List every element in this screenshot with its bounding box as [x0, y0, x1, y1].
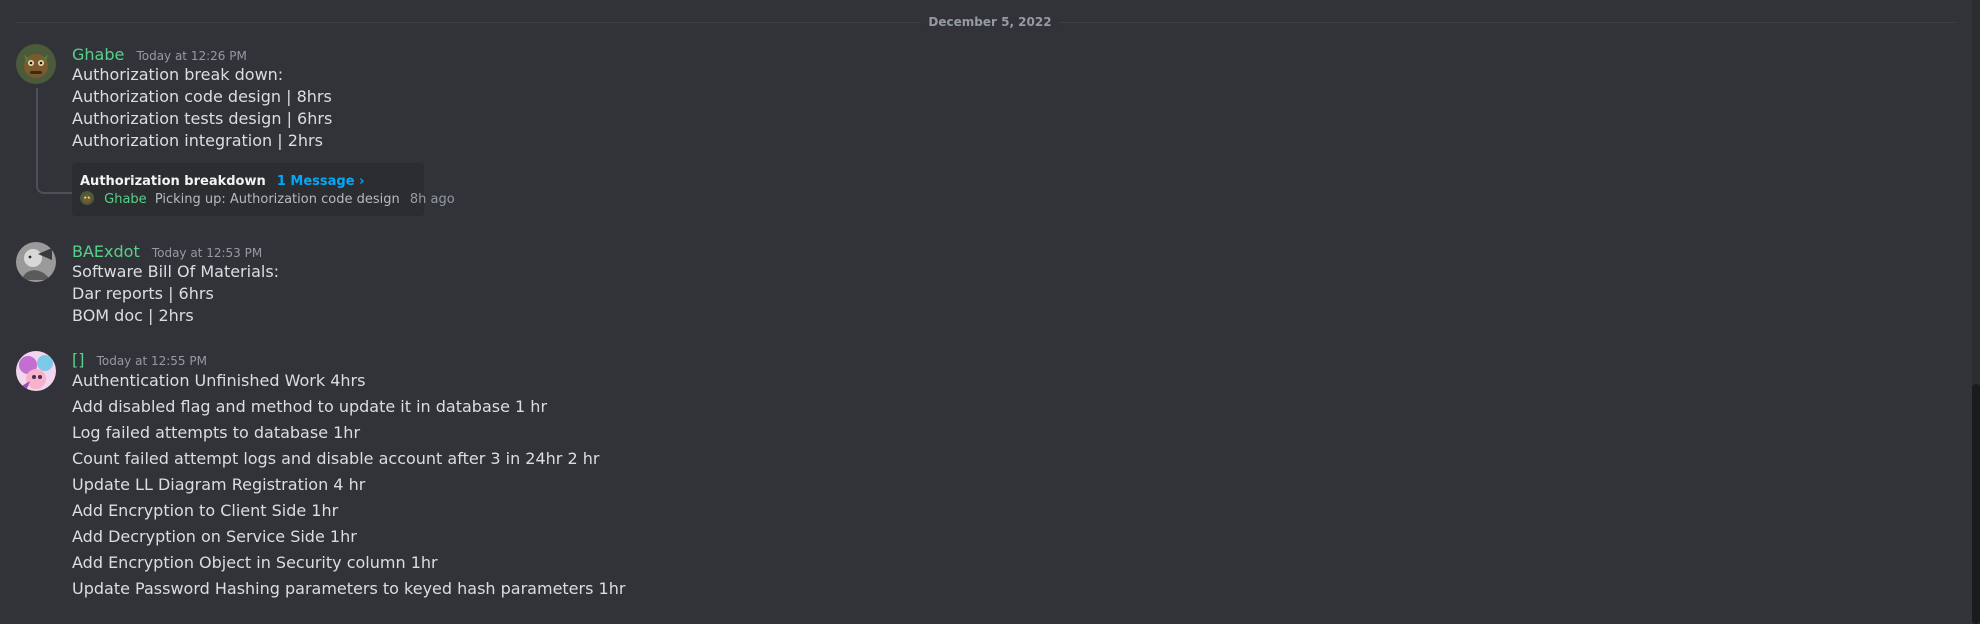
message-line: Count failed attempt logs and disable ac… — [72, 449, 600, 468]
author-name[interactable]: BAExdot — [72, 242, 140, 261]
message-line: Authorization integration | 2hrs — [72, 131, 323, 150]
scrollbar-thumb[interactable] — [1972, 384, 1980, 624]
message-line: Dar reports | 6hrs — [72, 284, 214, 303]
thread-last-message: Ghabe Picking up: Authorization code des… — [80, 191, 455, 209]
user-avatar-brackets[interactable] — [16, 351, 56, 391]
message-content: Authentication Unfinished Work 4hrs Add … — [72, 368, 625, 602]
avatar-image — [16, 242, 56, 282]
author-name[interactable]: [] — [72, 350, 84, 369]
message-line: Log failed attempts to database 1hr — [72, 423, 361, 442]
message-line: Authorization tests design | 6hrs — [72, 109, 333, 128]
message-header: Ghabe Today at 12:26 PM — [72, 44, 247, 66]
message-content: Authorization break down: Authorization … — [72, 64, 332, 152]
message-line: Authorization break down: — [72, 65, 284, 84]
message-line: Update Password Hashing parameters to ke… — [72, 579, 626, 598]
message-content: Software Bill Of Materials: Dar reports … — [72, 261, 279, 327]
thread-connector — [36, 88, 72, 194]
message-line: Authorization code design | 8hrs — [72, 87, 332, 106]
avatar-image — [16, 351, 56, 391]
message-line: Add Decryption on Service Side 1hr — [72, 527, 357, 546]
mini-avatar-image — [80, 191, 94, 205]
message-line: Add Encryption to Client Side 1hr — [72, 501, 339, 520]
divider-date-label: December 5, 2022 — [920, 15, 1060, 29]
thread-title-row: Authorization breakdown 1 Message › — [80, 171, 364, 191]
message-line: Authentication Unfinished Work 4hrs — [72, 371, 366, 390]
thread-message-count-link[interactable]: 1 Message › — [277, 174, 365, 189]
author-name[interactable]: Ghabe — [72, 45, 124, 64]
thread-last-time: 8h ago — [409, 192, 455, 207]
thread-last-preview: Picking up: Authorization code design — [154, 192, 400, 207]
message-line: Add Encryption Object in Security column… — [72, 553, 438, 572]
message-line: BOM doc | 2hrs — [72, 306, 194, 325]
message-timestamp[interactable]: Today at 12:26 PM — [136, 49, 246, 63]
thread-name[interactable]: Authorization breakdown — [80, 174, 266, 189]
avatar-image — [16, 44, 56, 84]
user-avatar-baexdot[interactable] — [16, 242, 56, 282]
message-line: Update LL Diagram Registration 4 hr — [72, 475, 366, 494]
user-avatar-ghabe[interactable] — [16, 44, 56, 84]
thread-author-avatar — [80, 191, 94, 205]
message-header: BAExdot Today at 12:53 PM — [72, 241, 262, 263]
message-line: Add disabled flag and method to update i… — [72, 397, 548, 416]
thread-last-author: Ghabe — [104, 192, 147, 207]
message-line: Software Bill Of Materials: — [72, 262, 280, 281]
message-timestamp[interactable]: Today at 12:53 PM — [152, 246, 262, 260]
message-timestamp[interactable]: Today at 12:55 PM — [97, 354, 207, 368]
thread-preview-card[interactable]: Authorization breakdown 1 Message › Ghab… — [72, 163, 455, 216]
